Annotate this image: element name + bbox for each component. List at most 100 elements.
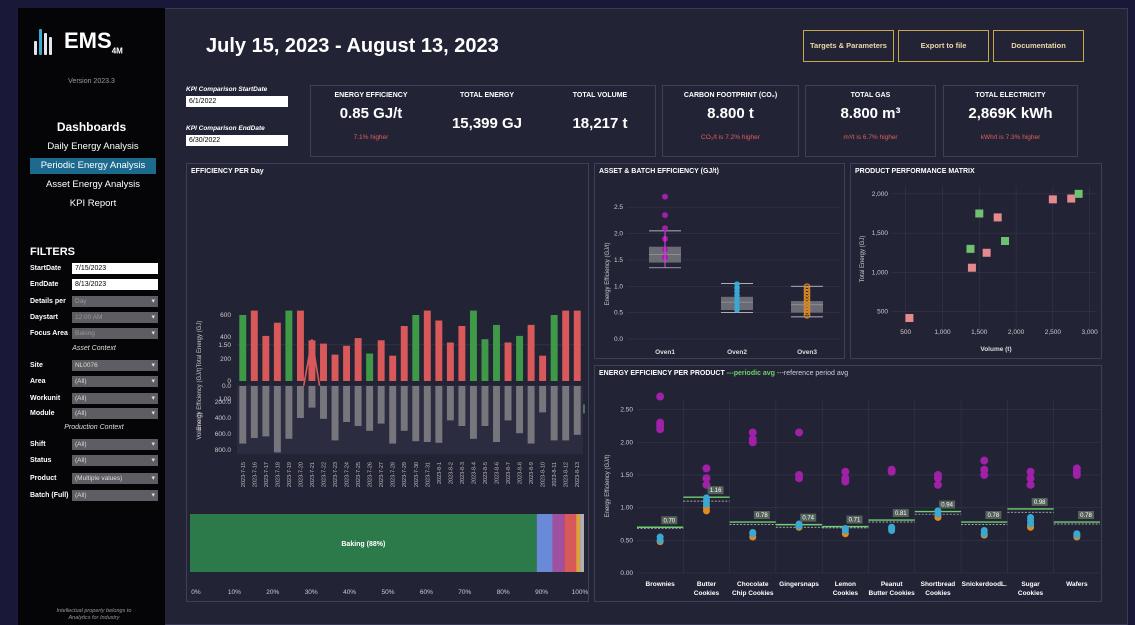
- product-point-purple: [980, 456, 989, 465]
- card-title: TOTAL GAS: [850, 92, 891, 99]
- start-date-input[interactable]: 7/15/2023: [72, 262, 158, 274]
- focus-area-select[interactable]: Baking: [72, 327, 158, 339]
- card-value: 8.800 t: [707, 105, 754, 122]
- filters-title: FILTERS: [30, 246, 76, 258]
- card-value: 15,399 GJ: [451, 115, 523, 132]
- energy-bar: [285, 310, 293, 381]
- card-total-energy: TOTAL ENERGY 15,399 GJ: [431, 86, 543, 132]
- site-select[interactable]: NL0076: [72, 359, 158, 371]
- x-tick-label: 2023-7-22: [322, 462, 328, 487]
- filter-label: Workunit: [30, 394, 61, 402]
- filter-label: Module: [30, 409, 55, 417]
- y-tick-label: 2.5: [614, 204, 623, 211]
- x-tick-label: Brownies: [646, 581, 676, 588]
- card-total-electricity: TOTAL ELECTRICITY 2,869K kWh kWh/t is 7.…: [943, 85, 1078, 157]
- end-date-input[interactable]: 8/13/2023: [72, 278, 158, 290]
- y-tick-label: 0.50: [620, 537, 633, 544]
- product-point: [967, 263, 976, 272]
- share-segment: [576, 514, 581, 572]
- batch-point: [662, 225, 668, 232]
- energy-bar: [250, 310, 258, 381]
- area-select[interactable]: (All): [72, 375, 158, 387]
- nav-kpi-report[interactable]: KPI Report: [30, 196, 156, 212]
- status-select[interactable]: (All): [72, 454, 158, 466]
- filter-details: Details per Day: [30, 295, 158, 307]
- x-tick-label: Chip Cookies: [732, 590, 774, 597]
- x-tick-label: 2023-7-21: [310, 462, 316, 487]
- x-tick-label: 2023-8-6: [495, 462, 501, 484]
- app-logo: EMS4M: [34, 28, 123, 55]
- filter-status: Status (All): [30, 454, 158, 466]
- x-tick-label: 2023-7-31: [425, 462, 431, 487]
- product-efficiency-panel: ENERGY EFFICIENCY PER PRODUCT ---periodi…: [594, 365, 1102, 602]
- x-tick-label: SnickerdoodL.: [962, 581, 1007, 588]
- batch-select[interactable]: (All): [72, 489, 158, 501]
- volume-bar: [516, 386, 524, 434]
- shift-select[interactable]: (All): [72, 438, 158, 450]
- energy-bar: [562, 310, 570, 381]
- x-tick-label: Lemon: [835, 581, 856, 588]
- volume-bar: [435, 386, 443, 443]
- module-select[interactable]: (All): [72, 407, 158, 419]
- efficiency-chart: Energy Efficiency (GJ/t)1.501.000.84Tota…: [190, 310, 589, 596]
- y-tick-label: 400.0: [215, 415, 232, 422]
- volume-bar: [354, 386, 362, 426]
- x-tick-label: 2023-8-10: [541, 462, 547, 487]
- filter-product: Product (Multiple values): [30, 472, 158, 484]
- x-tick-label: 500: [900, 329, 911, 336]
- x-tick-label: 1,000: [934, 329, 951, 336]
- volume-bar: [562, 386, 570, 441]
- energy-bar: [550, 315, 558, 381]
- energy-bar: [354, 338, 362, 381]
- export-button[interactable]: Export to file: [898, 30, 989, 62]
- y-axis-label: Total Energy (GJ): [197, 321, 203, 368]
- nav-daily-energy-analysis[interactable]: Daily Energy Analysis: [30, 139, 156, 155]
- nav-periodic-energy-analysis[interactable]: Periodic Energy Analysis: [30, 158, 156, 174]
- efficiency-per-day-panel: EFFICIENCY PER Day Energy Efficiency (GJ…: [186, 163, 589, 602]
- asset-context-label: Asset Context: [72, 345, 116, 352]
- x-tick-label: 2023-7-16: [252, 462, 258, 487]
- x-tick-label: 2023-7-20: [298, 462, 304, 487]
- share-segment: [580, 514, 584, 572]
- product-point-purple: [656, 425, 665, 434]
- kpi-start-input[interactable]: 6/1/2022: [186, 96, 288, 107]
- daystart-select[interactable]: 12:00 AM: [72, 311, 158, 323]
- nav-asset-energy-analysis[interactable]: Asset Energy Analysis: [30, 177, 156, 193]
- x-tick-label: Butter Cookies: [869, 590, 916, 597]
- x-tick-label: 2023-7-25: [356, 462, 362, 487]
- x-tick-label: 2023-7-23: [333, 462, 339, 487]
- x-tick-label: Sugar: [1021, 581, 1040, 588]
- product-select[interactable]: (Multiple values): [72, 472, 158, 484]
- avg-label: 0.98: [1034, 500, 1046, 506]
- energy-bar: [400, 326, 408, 381]
- y-axis-label: Volume (t): [197, 412, 203, 439]
- y-tick-label: 1.5: [614, 257, 623, 264]
- energy-bar: [539, 355, 547, 381]
- details-select[interactable]: Day: [72, 295, 158, 307]
- workunit-select[interactable]: (All): [72, 392, 158, 404]
- share-segment: [552, 514, 565, 572]
- energy-bar: [377, 340, 385, 381]
- x-tick-label: 30%: [305, 589, 318, 596]
- x-tick-label: 2023-8-11: [552, 462, 558, 487]
- x-tick-label: 60%: [420, 589, 433, 596]
- matrix-scatter-chart: Total Energy (GJ) 2,000 1,500 1,000 500 500 1,…: [860, 186, 1098, 353]
- product-point-purple: [702, 464, 711, 473]
- energy-bar: [331, 354, 339, 381]
- product-point-purple: [1072, 470, 1081, 479]
- product-point: [966, 244, 975, 253]
- y-tick-label: 500: [877, 309, 888, 316]
- x-tick-label: 2023-8-12: [564, 462, 570, 487]
- kpi-end-input[interactable]: 6/30/2022: [186, 135, 288, 146]
- y-axis-label: Energy Efficiency (GJ/t): [605, 243, 611, 306]
- energy-bar: [296, 310, 304, 381]
- product-point-blue: [702, 500, 710, 508]
- card-value: 2,869K kWh: [968, 105, 1053, 122]
- targets-parameters-button[interactable]: Targets & Parameters: [803, 30, 894, 62]
- filter-label: Shift: [30, 440, 46, 448]
- card-sub: kWh/t is 7.3% higher: [980, 134, 1041, 141]
- product-point-purple: [795, 474, 804, 483]
- product-point: [975, 209, 984, 218]
- documentation-button[interactable]: Documentation: [993, 30, 1084, 62]
- avg-label: 0.71: [849, 518, 861, 524]
